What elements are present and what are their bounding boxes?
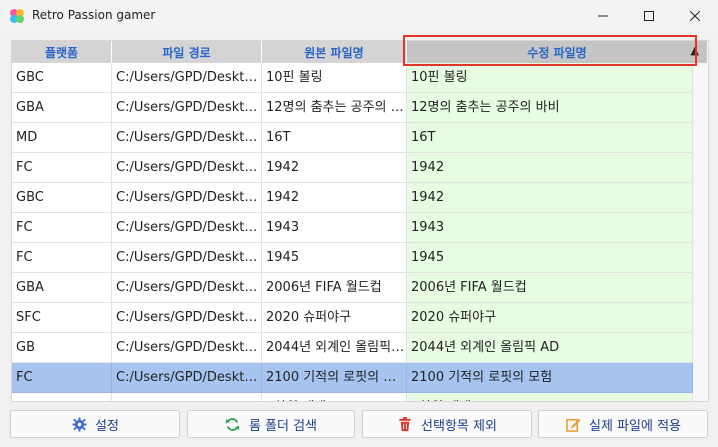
apply-real-files-button[interactable]: 실제 파일에 적용 xyxy=(538,410,708,438)
cell-modified-name: 2044년 외계인 올림픽 AD xyxy=(407,333,693,363)
vertical-scrollbar[interactable] xyxy=(693,63,708,401)
table-row[interactable]: GBA C:/Users/GPD/Deskto… 2006년 FIFA 월드컵 200… xyxy=(12,273,708,303)
cell-file-path: C:/Users/GPD/Deskto… xyxy=(112,213,262,243)
cell-platform: FC xyxy=(12,243,112,273)
table-row[interactable]: GBC C:/Users/GPD/Deskto… 10핀 볼링 10핀 볼링 xyxy=(12,63,708,93)
column-header-original-name[interactable]: 원본 파일명 xyxy=(262,41,407,63)
cell-original-name: 1945 xyxy=(262,243,407,273)
cell-file-path: C:/Users/GPD/Deskto… xyxy=(112,273,262,303)
cell-modified-name: 2020 슈퍼야구 xyxy=(407,303,693,333)
gear-icon xyxy=(71,416,87,432)
cell-platform: SFC xyxy=(12,303,112,333)
cell-modified-name: 2차원 갱뱅 xyxy=(407,393,693,401)
cell-file-path: C:/Users/GPD/Deskto… xyxy=(112,393,262,401)
cell-modified-name: 10핀 볼링 xyxy=(407,63,693,93)
cell-modified-name: 16T xyxy=(407,123,693,153)
cell-platform: GBA xyxy=(12,273,112,303)
app-window: Retro Passion gamer 플랫폼 파일 경로 원본 파일명 수정 … xyxy=(0,0,718,447)
cell-file-path: C:/Users/GPD/Deskto… xyxy=(112,243,262,273)
close-button[interactable] xyxy=(672,0,718,32)
rom-file-table[interactable]: 플랫폼 파일 경로 원본 파일명 수정 파일명 ▲ GBC C:/Users/GP… xyxy=(11,40,709,402)
cell-original-name: 2100 기적의 로핏의 … xyxy=(262,363,407,393)
cell-modified-name: 2006년 FIFA 월드컵 xyxy=(407,273,693,303)
cell-platform: FC xyxy=(12,213,112,243)
sort-ascending-icon[interactable]: ▲ xyxy=(691,44,699,57)
cell-original-name: 1943 xyxy=(262,213,407,243)
cell-file-path: C:/Users/GPD/Deskto… xyxy=(112,153,262,183)
cell-platform: MD xyxy=(12,123,112,153)
rom-folder-search-button[interactable]: 롬 폴더 검색 xyxy=(187,410,355,438)
cell-original-name: 1942 xyxy=(262,153,407,183)
cell-modified-name: 12명의 춤추는 공주의 바비 xyxy=(407,93,693,123)
cell-file-path: C:/Users/GPD/Deskto… xyxy=(112,363,262,393)
cell-file-path: C:/Users/GPD/Deskto… xyxy=(112,123,262,153)
table-row[interactable]: FC C:/Users/GPD/Deskto… 1945 1945 xyxy=(12,243,708,273)
cell-platform: GBC xyxy=(12,183,112,213)
close-icon xyxy=(690,11,700,21)
table-row[interactable]: GB C:/Users/GPD/Deskto… 2044년 외계인 올림픽… 2044… xyxy=(12,333,708,363)
rom-folder-search-label: 롬 폴더 검색 xyxy=(248,418,318,434)
table-row[interactable]: GBA C:/Users/GPD/Deskto… 12명의 춤추는 공주의 … 12명… xyxy=(12,93,708,123)
cell-file-path: C:/Users/GPD/Deskto… xyxy=(112,183,262,213)
column-header-modified-name-label: 수정 파일명 xyxy=(527,45,587,60)
edit-icon xyxy=(565,416,581,432)
minimize-button[interactable] xyxy=(580,0,626,32)
settings-button-label: 설정 xyxy=(95,418,119,434)
cell-platform: MD xyxy=(12,393,112,401)
settings-button[interactable]: 설정 xyxy=(10,410,180,438)
refresh-icon xyxy=(225,416,241,432)
cell-original-name: 2차원 갱뱅 xyxy=(262,393,407,401)
apply-real-files-label: 실제 파일에 적용 xyxy=(589,418,681,434)
cell-file-path: C:/Users/GPD/Deskto… xyxy=(112,303,262,333)
action-bar: 설정 롬 폴더 검색 선택항목 제외 실제 파일에 적용 xyxy=(0,402,718,447)
cell-original-name: 10핀 볼링 xyxy=(262,63,407,93)
table-header: 플랫폼 파일 경로 원본 파일명 수정 파일명 ▲ xyxy=(12,41,708,63)
table-row[interactable]: FC C:/Users/GPD/Deskto… 1942 1942 xyxy=(12,153,708,183)
exclude-selected-label: 선택항목 제외 xyxy=(421,418,497,434)
table-row[interactable]: GBC C:/Users/GPD/Deskto… 1942 1942 xyxy=(12,183,708,213)
maximize-button[interactable] xyxy=(626,0,672,32)
table-row[interactable]: SFC C:/Users/GPD/Deskto… 2020 슈퍼야구 2020 슈퍼야… xyxy=(12,303,708,333)
window-title: Retro Passion gamer xyxy=(32,8,156,22)
cell-original-name: 2006년 FIFA 월드컵 xyxy=(262,273,407,303)
cell-modified-name: 1942 xyxy=(407,183,693,213)
title-bar: Retro Passion gamer xyxy=(0,0,718,32)
exclude-selected-button[interactable]: 선택항목 제외 xyxy=(362,410,532,438)
column-header-platform[interactable]: 플랫폼 xyxy=(12,41,112,63)
cell-modified-name: 1943 xyxy=(407,213,693,243)
cell-modified-name: 1945 xyxy=(407,243,693,273)
cell-platform: GBC xyxy=(12,63,112,93)
cell-file-path: C:/Users/GPD/Deskto… xyxy=(112,93,262,123)
cell-original-name: 12명의 춤추는 공주의 … xyxy=(262,93,407,123)
maximize-icon xyxy=(644,11,654,21)
column-header-file-path[interactable]: 파일 경로 xyxy=(112,41,262,63)
table-row[interactable]: FC C:/Users/GPD/Deskto… 2100 기적의 로핏의 … 2100… xyxy=(12,363,708,393)
minimize-icon xyxy=(598,15,608,17)
table-row[interactable]: MDC:/Users/GPD/Deskto…2차원 갱뱅2차원 갱뱅 xyxy=(12,393,708,401)
cell-platform: GB xyxy=(12,333,112,363)
cell-platform: FC xyxy=(12,153,112,183)
trash-icon xyxy=(397,416,413,432)
cell-original-name: 2044년 외계인 올림픽… xyxy=(262,333,407,363)
cell-original-name: 1942 xyxy=(262,183,407,213)
table-row[interactable]: FC C:/Users/GPD/Deskto… 1943 1943 xyxy=(12,213,708,243)
cell-platform: FC xyxy=(12,363,112,393)
cell-modified-name: 2100 기적의 로핏의 모험 xyxy=(407,363,693,393)
cell-modified-name: 1942 xyxy=(407,153,693,183)
cell-platform: GBA xyxy=(12,93,112,123)
cell-file-path: C:/Users/GPD/Deskto… xyxy=(112,333,262,363)
app-logo-icon xyxy=(10,9,24,23)
cell-original-name: 16T xyxy=(262,123,407,153)
table-row[interactable]: MD C:/Users/GPD/Deskto… 16T 16T xyxy=(12,123,708,153)
cell-original-name: 2020 슈퍼야구 xyxy=(262,303,407,333)
cell-file-path: C:/Users/GPD/Deskto… xyxy=(112,63,262,93)
column-header-modified-name[interactable]: 수정 파일명 ▲ xyxy=(407,41,708,63)
